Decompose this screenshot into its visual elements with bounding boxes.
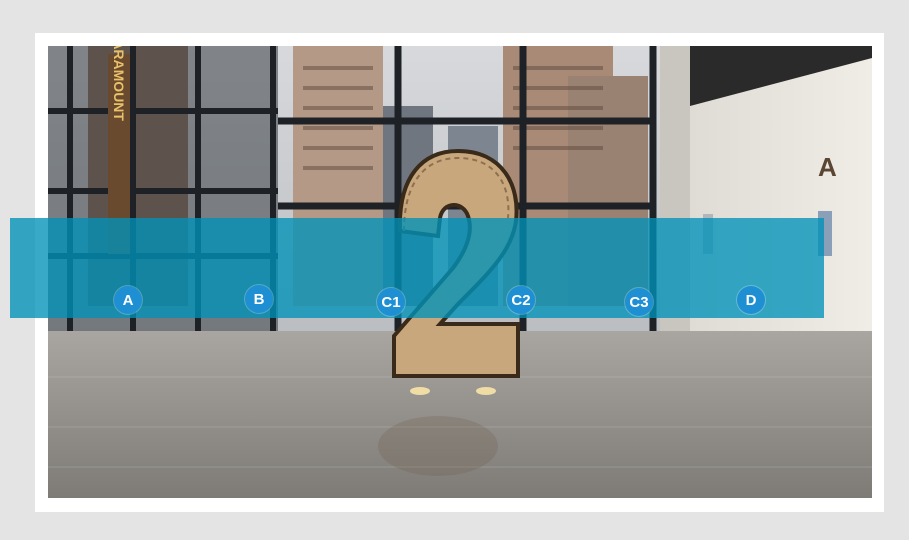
zone-marker-c2[interactable]: C2 [507, 286, 535, 314]
zone-marker-d[interactable]: D [737, 286, 765, 314]
zone-marker-c1[interactable]: C1 [377, 288, 405, 316]
paramount-sign: PARAMOUNT [111, 46, 127, 121]
zone-marker-b[interactable]: B [245, 285, 273, 313]
zone-marker-a[interactable]: A [114, 286, 142, 314]
zone-marker-c3[interactable]: C3 [625, 288, 653, 316]
wall-letter: A [818, 152, 837, 182]
